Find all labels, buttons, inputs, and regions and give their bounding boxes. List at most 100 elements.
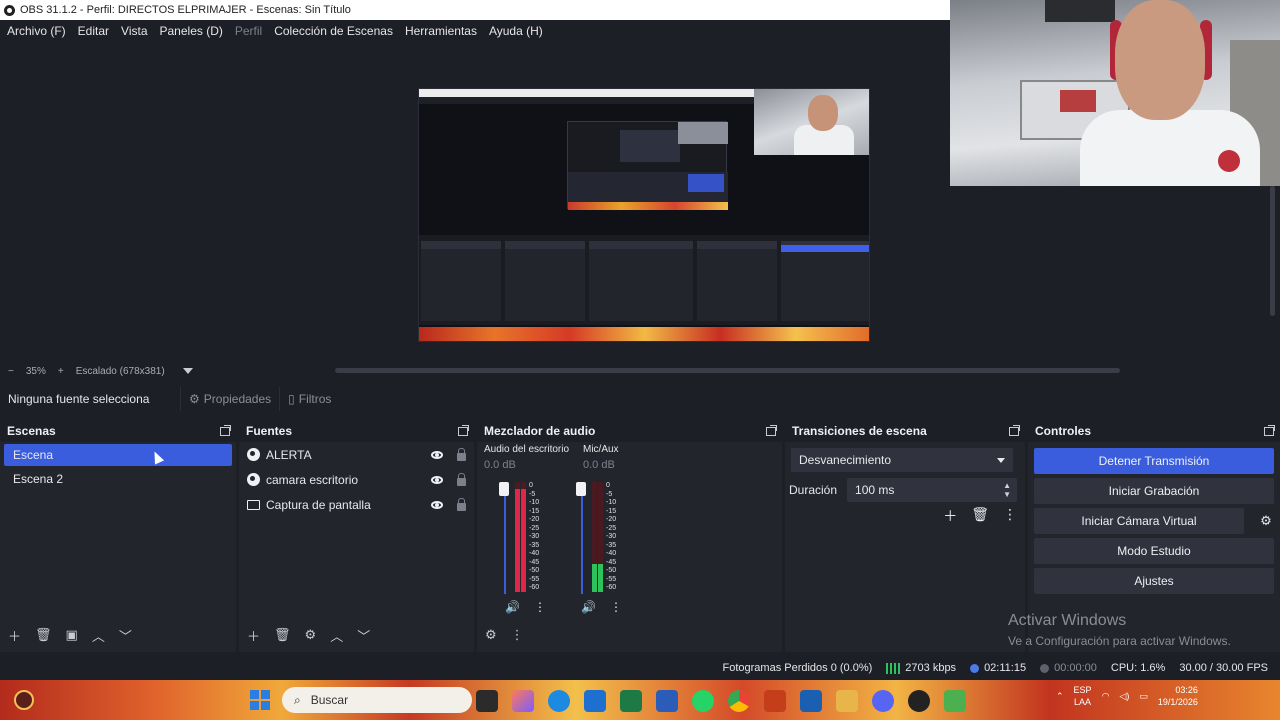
app-terminal-icon[interactable] xyxy=(476,690,498,712)
undock-icon[interactable] xyxy=(1264,424,1275,436)
volume-handle[interactable] xyxy=(576,482,586,496)
menu-archivo[interactable]: Archivo (F) xyxy=(7,24,66,38)
tick: -45 xyxy=(606,558,617,566)
bitrate: 2703 kbps xyxy=(905,662,957,674)
properties-button[interactable]: ⚙ Propiedades xyxy=(180,387,279,411)
gear-icon[interactable]: ⚙ xyxy=(1256,508,1276,534)
lock-icon[interactable] xyxy=(457,447,466,461)
preview-horizontal-scrollbar[interactable] xyxy=(335,368,1120,373)
preview-dock-transitions xyxy=(697,241,777,321)
preview-vertical-scrollbar[interactable] xyxy=(1270,186,1275,316)
source-item[interactable]: ALERTA xyxy=(239,442,474,467)
trash-icon[interactable]: 🗑 xyxy=(274,627,291,643)
eye-icon[interactable] xyxy=(431,475,443,484)
windows-start-icon[interactable] xyxy=(250,690,270,710)
filters-button[interactable]: ▯ Filtros xyxy=(279,387,339,411)
volume-slider[interactable] xyxy=(581,482,583,594)
more-icon[interactable]: ⋮ xyxy=(534,600,546,614)
wifi-icon[interactable]: ◠ xyxy=(1102,691,1110,702)
volume-icon[interactable]: ◁) xyxy=(1119,691,1129,702)
zoom-in-button[interactable]: + xyxy=(58,366,64,377)
more-icon[interactable]: ⋮ xyxy=(1003,506,1017,526)
lock-icon[interactable] xyxy=(457,497,466,511)
app-chrome-icon[interactable] xyxy=(728,690,750,712)
tick: -10 xyxy=(529,499,540,506)
scene-item[interactable]: Escena xyxy=(4,444,232,466)
start-recording-button[interactable]: Iniciar Grabación xyxy=(1034,478,1274,504)
lock-icon[interactable] xyxy=(457,472,466,486)
arrow-up-icon[interactable]: ︿ xyxy=(92,626,105,645)
chevron-down-icon[interactable] xyxy=(182,368,193,374)
meter-bar-level xyxy=(598,564,603,592)
language-code: ESP xyxy=(1073,685,1092,695)
undock-icon[interactable] xyxy=(766,424,777,436)
scene-item[interactable]: Escena 2 xyxy=(4,468,232,490)
trash-icon[interactable]: 🗑 xyxy=(35,627,52,643)
add-icon[interactable]: ＋ xyxy=(8,626,21,645)
add-icon[interactable]: ＋ xyxy=(247,626,260,645)
speaker-icon[interactable]: 🔊 xyxy=(505,600,520,614)
menu-coleccion-escenas[interactable]: Colección de Escenas xyxy=(274,24,393,38)
volume-handle[interactable] xyxy=(499,482,509,496)
tick: -20 xyxy=(529,516,540,523)
app-discord-icon[interactable] xyxy=(872,690,894,712)
scale-mode[interactable]: Escalado (678x381) xyxy=(76,366,165,377)
undock-icon[interactable] xyxy=(220,424,231,436)
menu-paneles[interactable]: Paneles (D) xyxy=(160,24,223,38)
advanced-audio-icon[interactable]: ⚙ xyxy=(485,627,497,643)
stop-streaming-button[interactable]: Detener Transmisión xyxy=(1034,448,1274,474)
duration-input[interactable]: 100 ms ▲ ▼ xyxy=(847,478,1017,502)
browser-icon xyxy=(247,473,260,486)
menu-editar[interactable]: Editar xyxy=(78,24,109,38)
source-item[interactable]: camara escritorio xyxy=(239,467,474,492)
taskbar-search[interactable]: ⌕ Buscar xyxy=(282,687,472,713)
language-indicator[interactable]: ESP LAA xyxy=(1074,684,1092,708)
gear-icon[interactable]: ⚙ xyxy=(305,627,317,643)
undock-icon[interactable] xyxy=(458,424,469,436)
app-word-icon[interactable] xyxy=(656,690,678,712)
volume-slider[interactable] xyxy=(504,482,506,594)
source-item[interactable]: Captura de pantalla xyxy=(239,492,474,517)
trash-icon[interactable]: 🗑 xyxy=(971,506,989,526)
program-preview[interactable] xyxy=(418,88,870,342)
app-copilot-icon[interactable] xyxy=(512,690,534,712)
tick: -55 xyxy=(529,575,540,583)
settings-button[interactable]: Ajustes xyxy=(1034,568,1274,594)
menu-ayuda[interactable]: Ayuda (H) xyxy=(489,24,543,38)
filter-icon[interactable]: ▣ xyxy=(66,627,78,643)
rec-time-group: 00:00:00 xyxy=(1040,662,1097,674)
zoom-out-button[interactable]: − xyxy=(8,366,14,377)
app-powerpoint-icon[interactable] xyxy=(764,690,786,712)
more-icon[interactable]: ⋮ xyxy=(610,600,622,614)
app-whatsapp-icon[interactable] xyxy=(692,690,714,712)
arrow-down-icon[interactable]: ﹀ xyxy=(357,626,370,645)
app-mail-icon[interactable] xyxy=(584,690,606,712)
menu-perfil[interactable]: Perfil xyxy=(235,24,262,38)
eye-icon[interactable] xyxy=(431,500,443,509)
app-excel-icon[interactable] xyxy=(620,690,642,712)
spinner-icon[interactable]: ▲ ▼ xyxy=(1003,481,1011,499)
undock-icon[interactable] xyxy=(1009,424,1020,436)
app-edge-icon[interactable] xyxy=(548,690,570,712)
app-folder-icon[interactable] xyxy=(836,690,858,712)
widgets-icon[interactable] xyxy=(14,690,34,710)
source-name: Captura de pantalla xyxy=(266,497,371,512)
transition-select[interactable]: Desvanecimiento xyxy=(791,448,1013,472)
app-minecraft-icon[interactable] xyxy=(944,690,966,712)
battery-icon[interactable]: ▭ xyxy=(1139,691,1148,702)
app-obs-icon[interactable] xyxy=(908,690,930,712)
more-icon[interactable]: ⋮ xyxy=(511,627,524,643)
start-virtual-camera-button[interactable]: Iniciar Cámara Virtual xyxy=(1034,508,1244,534)
menu-vista[interactable]: Vista xyxy=(121,24,147,38)
eye-icon[interactable] xyxy=(431,450,443,459)
menu-herramientas[interactable]: Herramientas xyxy=(405,24,477,38)
tray-apps-icon[interactable]: ⌃ xyxy=(1056,691,1064,702)
clock[interactable]: 03:26 19/1/2026 xyxy=(1158,684,1198,708)
arrow-up-icon[interactable]: ︿ xyxy=(330,626,343,645)
add-icon[interactable]: ＋ xyxy=(943,506,957,526)
studio-mode-button[interactable]: Modo Estudio xyxy=(1034,538,1274,564)
arrow-down-icon[interactable]: ﹀ xyxy=(119,626,132,645)
nested-taskbar-block xyxy=(568,202,728,210)
speaker-icon[interactable]: 🔊 xyxy=(581,600,596,614)
app-calculator-icon[interactable] xyxy=(800,690,822,712)
